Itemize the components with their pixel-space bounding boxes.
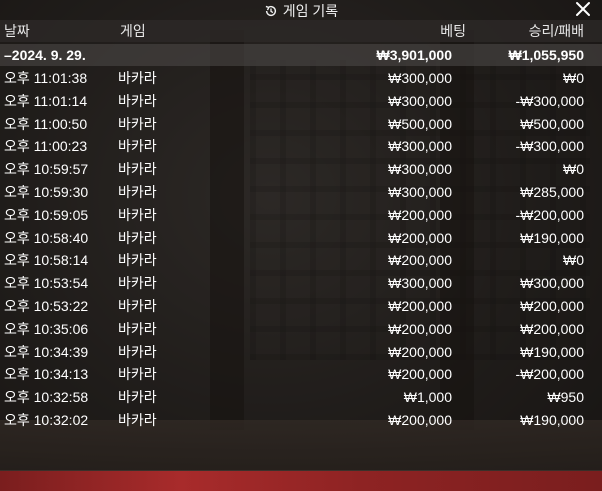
row-game: 바카라 xyxy=(118,343,157,360)
row-game: 바카라 xyxy=(118,298,157,314)
panel-title-text: 게임 기록 xyxy=(282,3,339,19)
panel-title-bar: 게임 기록 xyxy=(0,0,602,20)
row-bet: ₩200,000 xyxy=(388,298,452,314)
row-bet: ₩200,000 xyxy=(388,252,452,269)
summary-date: –2024. 9. 29. xyxy=(4,47,86,63)
row-bet: ₩1,000 xyxy=(403,389,452,406)
row-time: 오후 11:01:38 xyxy=(4,70,88,86)
row-bet: ₩200,000 xyxy=(388,229,452,246)
column-header-result: 승리/패배 xyxy=(528,23,584,39)
row-game: 바카라 xyxy=(118,206,157,223)
date-summary-row[interactable]: –2024. 9. 29. ₩3,901,000 ₩1,055,950 xyxy=(0,44,602,66)
row-result: ₩300,000 xyxy=(520,275,584,292)
row-game: 바카라 xyxy=(118,70,157,86)
row-game: 바카라 xyxy=(118,412,157,428)
column-header-date: 날짜 xyxy=(4,23,30,39)
history-row[interactable]: 오후 10:32:58 바카라 ₩1,000 ₩950 xyxy=(0,386,602,408)
row-result: ₩200,000 xyxy=(520,298,584,314)
row-bet: ₩200,000 xyxy=(388,206,452,223)
row-result: ₩190,000 xyxy=(520,229,584,246)
row-result: ₩190,000 xyxy=(520,412,584,428)
row-result: -₩300,000 xyxy=(515,138,584,155)
row-time: 오후 10:34:13 xyxy=(4,366,89,383)
close-icon[interactable] xyxy=(574,0,592,18)
row-result: ₩190,000 xyxy=(520,343,584,360)
row-time: 오후 11:00:50 xyxy=(4,115,88,132)
history-row[interactable]: 오후 10:53:54 바카라 ₩300,000 ₩300,000 xyxy=(0,272,602,294)
row-time: 오후 10:59:30 xyxy=(4,184,89,200)
row-game: 바카라 xyxy=(118,366,157,383)
row-time: 오후 10:59:57 xyxy=(4,161,89,178)
row-result: -₩300,000 xyxy=(515,92,584,109)
history-row[interactable]: 오후 10:34:39 바카라 ₩200,000 ₩190,000 xyxy=(0,341,602,363)
history-row[interactable]: 오후 10:58:40 바카라 ₩200,000 ₩190,000 xyxy=(0,227,602,249)
history-row[interactable]: 오후 10:35:06 바카라 ₩200,000 ₩200,000 xyxy=(0,318,602,340)
history-row[interactable]: 오후 11:01:14 바카라 ₩300,000 -₩300,000 xyxy=(0,90,602,112)
row-bet: ₩300,000 xyxy=(388,92,452,109)
row-result: ₩200,000 xyxy=(520,320,584,337)
row-game: 바카라 xyxy=(118,252,157,269)
row-game: 바카라 xyxy=(118,229,157,246)
row-time: 오후 10:35:06 xyxy=(4,320,89,337)
history-row[interactable]: 오후 10:34:13 바카라 ₩200,000 -₩200,000 xyxy=(0,363,602,385)
row-bet: ₩300,000 xyxy=(388,138,452,155)
table-felt-strip xyxy=(0,471,602,491)
history-row[interactable]: 오후 10:59:57 바카라 ₩300,000 ₩0 xyxy=(0,158,602,180)
row-game: 바카라 xyxy=(118,320,157,337)
row-bet: ₩200,000 xyxy=(388,366,452,383)
history-icon xyxy=(265,5,276,17)
history-row[interactable]: 오후 10:59:05 바카라 ₩200,000 -₩200,000 xyxy=(0,204,602,226)
row-bet: ₩200,000 xyxy=(388,343,452,360)
column-header-game: 게임 xyxy=(120,23,146,39)
history-row[interactable]: 오후 11:00:50 바카라 ₩500,000 ₩500,000 xyxy=(0,113,602,135)
row-result: ₩0 xyxy=(563,252,584,269)
history-row[interactable]: 오후 11:01:38 바카라 ₩300,000 ₩0 xyxy=(0,67,602,89)
row-game: 바카라 xyxy=(118,138,157,155)
row-bet: ₩300,000 xyxy=(388,275,452,292)
row-time: 오후 10:58:40 xyxy=(4,229,89,246)
history-row[interactable]: 오후 10:58:14 바카라 ₩200,000 ₩0 xyxy=(0,249,602,271)
row-bet: ₩300,000 xyxy=(388,70,452,86)
row-result: ₩285,000 xyxy=(520,184,584,200)
row-time: 오후 10:34:39 xyxy=(4,343,89,360)
row-time: 오후 10:58:14 xyxy=(4,252,89,269)
row-result: ₩0 xyxy=(563,70,584,86)
row-game: 바카라 xyxy=(118,92,157,109)
history-row[interactable]: 오후 10:32:02 바카라 ₩200,000 ₩190,000 xyxy=(0,409,602,431)
history-row[interactable]: 오후 10:59:30 바카라 ₩300,000 ₩285,000 xyxy=(0,181,602,203)
history-row[interactable]: 오후 10:53:22 바카라 ₩200,000 ₩200,000 xyxy=(0,295,602,317)
row-result: -₩200,000 xyxy=(515,206,584,223)
row-result: -₩200,000 xyxy=(515,366,584,383)
row-result: ₩950 xyxy=(547,389,584,406)
row-time: 오후 10:32:02 xyxy=(4,412,89,428)
row-time: 오후 10:53:22 xyxy=(4,298,89,314)
row-bet: ₩500,000 xyxy=(388,115,452,132)
game-history-panel: 게임 기록 날짜 게임 베팅 승리/패배 –2024. 9. 29. ₩3,90… xyxy=(0,0,602,470)
column-header-bet: 베팅 xyxy=(440,23,466,39)
row-time: 오후 10:53:54 xyxy=(4,275,89,292)
history-row[interactable]: 오후 11:00:23 바카라 ₩300,000 -₩300,000 xyxy=(0,135,602,157)
row-result: ₩0 xyxy=(563,161,584,178)
row-time: 오후 10:59:05 xyxy=(4,206,89,223)
row-time: 오후 11:00:23 xyxy=(4,138,88,155)
table-header: 날짜 게임 베팅 승리/패배 xyxy=(0,20,602,42)
row-result: ₩500,000 xyxy=(520,115,584,132)
row-time: 오후 11:01:14 xyxy=(4,92,88,109)
row-game: 바카라 xyxy=(118,275,157,292)
panel-title: 게임 기록 xyxy=(0,1,602,21)
row-game: 바카라 xyxy=(118,184,157,200)
row-game: 바카라 xyxy=(118,161,157,178)
row-game: 바카라 xyxy=(118,115,157,132)
summary-result-total: ₩1,055,950 xyxy=(508,47,585,63)
row-bet: ₩200,000 xyxy=(388,412,452,428)
summary-bet-total: ₩3,901,000 xyxy=(376,47,453,63)
row-game: 바카라 xyxy=(118,389,157,406)
row-bet: ₩300,000 xyxy=(388,184,452,200)
row-time: 오후 10:32:58 xyxy=(4,389,89,406)
row-bet: ₩200,000 xyxy=(388,320,452,337)
row-bet: ₩300,000 xyxy=(388,161,452,178)
